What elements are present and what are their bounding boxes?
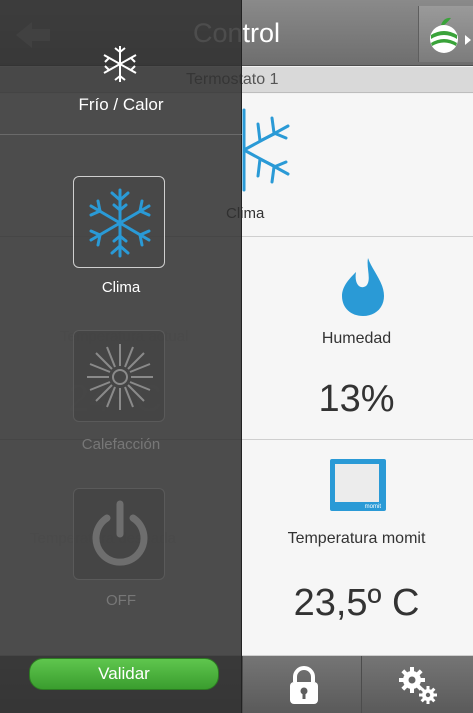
mode-selector-title: Frío / Calor [78, 95, 164, 114]
mode-off-label: OFF [106, 592, 136, 609]
water-drop-icon [342, 258, 384, 316]
settings-button[interactable] [362, 656, 473, 713]
momit-logo-button[interactable] [418, 6, 473, 62]
momit-logo-icon [430, 17, 458, 53]
mode-heating-button[interactable] [73, 330, 165, 422]
snowflake-icon [89, 188, 151, 258]
humidity-value: 13% [318, 378, 395, 420]
mode-off-button[interactable] [73, 488, 165, 580]
sun-icon [87, 344, 153, 410]
mode-selector-panel: Frío / Calor Clima Temperatura actual 24… [0, 0, 242, 713]
mode-heating-label: Calefacción [81, 436, 161, 453]
temperature-value: 23,5º C [293, 582, 420, 624]
mode-clima-label: Clima [101, 279, 141, 296]
mode-clima-button[interactable] [73, 176, 165, 268]
power-icon [92, 500, 148, 566]
caret-right-icon [465, 35, 471, 45]
lock-icon [290, 666, 318, 704]
cold-heat-icon [103, 46, 137, 82]
temperature-label: Temperatura momit [287, 530, 426, 547]
humidity-label: Humedad [321, 330, 392, 347]
thermostat-device-icon: momit [330, 459, 386, 511]
screen: Control Termostato 1 Clima [0, 0, 473, 713]
validate-button[interactable]: Validar [29, 658, 219, 690]
lock-button[interactable] [242, 656, 362, 713]
gears-icon [399, 667, 437, 704]
mode-selector-header: Frío / Calor [0, 0, 242, 135]
